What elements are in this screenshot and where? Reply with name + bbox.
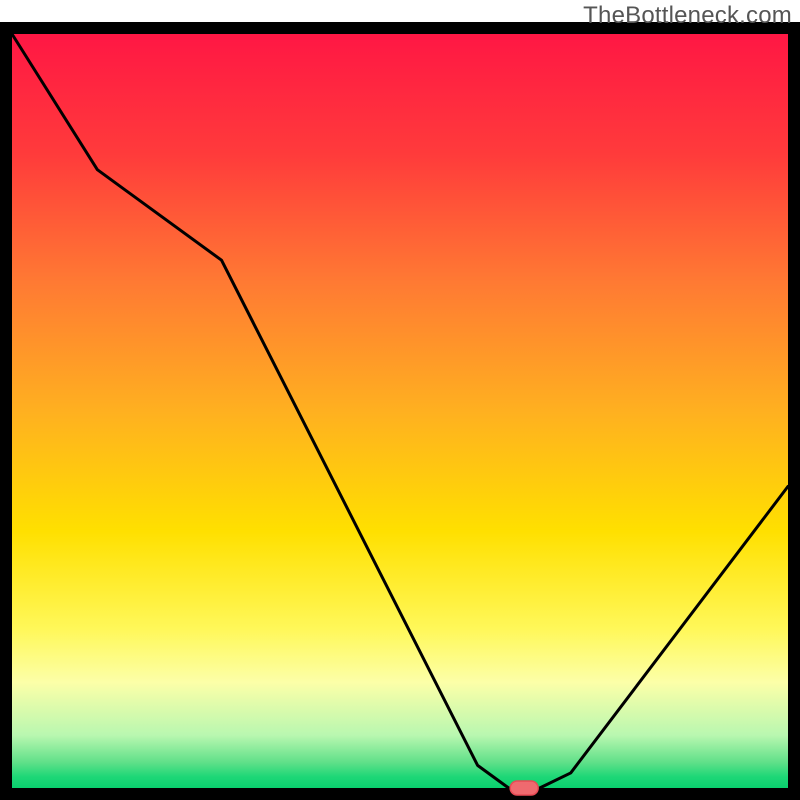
watermark-text: TheBottleneck.com (583, 2, 792, 30)
plot-background (12, 34, 788, 788)
chart-frame: TheBottleneck.com (0, 0, 800, 800)
chart-svg (0, 0, 800, 800)
data-marker (510, 781, 538, 795)
